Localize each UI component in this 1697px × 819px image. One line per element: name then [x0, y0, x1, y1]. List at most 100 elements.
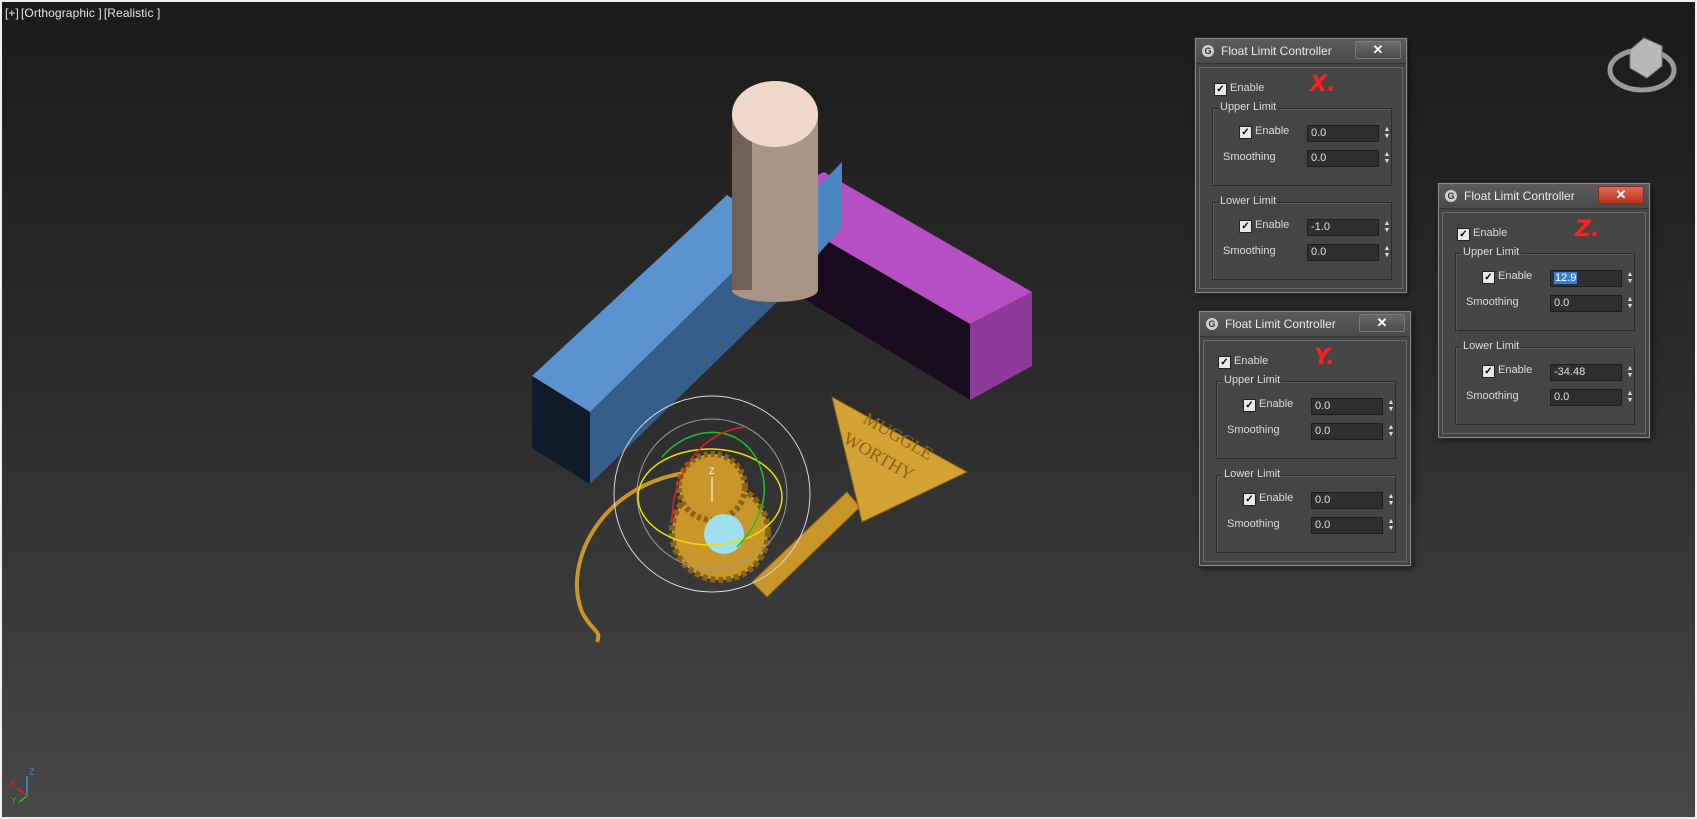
- spinner-arrows-icon[interactable]: ▲ ▼: [1625, 296, 1635, 311]
- lower-limit-spinner[interactable]: 0.0 ▲ ▼: [1311, 492, 1394, 509]
- close-button[interactable]: ✕: [1359, 314, 1405, 332]
- spinner-arrows-icon[interactable]: ▲ ▼: [1382, 220, 1392, 235]
- lower-smoothing-label: Smoothing: [1466, 390, 1519, 402]
- enable-checkbox[interactable]: ✓: [1218, 356, 1231, 369]
- lower-limit-group: Lower Limit ✓ Enable -1.0 ▲ ▼ Smoothing 0.…: [1212, 195, 1392, 280]
- upper-smoothing-spinner[interactable]: 0.0 ▲ ▼: [1550, 295, 1633, 312]
- axis-annotation: Y.: [1314, 345, 1335, 370]
- lower-limit-title: Lower Limit: [1222, 468, 1283, 480]
- gear-center-blue[interactable]: [704, 514, 744, 554]
- enable-checkbox[interactable]: ✓: [1214, 83, 1227, 96]
- lower-limit-spinner[interactable]: -1.0 ▲ ▼: [1307, 219, 1390, 236]
- float-limit-dialog-z[interactable]: G Float Limit Controller ✕ ✓ Enable Z. U…: [1438, 183, 1650, 438]
- upper-limit-value[interactable]: 0.0: [1311, 127, 1326, 139]
- lower-limit-value[interactable]: 0.0: [1315, 494, 1330, 506]
- axis-tripod: Z X Y: [10, 767, 35, 804]
- app-icon: G: [1445, 190, 1457, 202]
- upper-enable-checkbox[interactable]: ✓: [1243, 399, 1256, 412]
- spinner-arrows-icon[interactable]: ▲ ▼: [1386, 424, 1396, 439]
- cylinder-top[interactable]: [732, 81, 818, 147]
- dialog-titlebar[interactable]: G Float Limit Controller ✕: [1439, 184, 1649, 209]
- upper-enable-label: Enable: [1498, 270, 1533, 282]
- upper-enable-checkbox[interactable]: ✓: [1239, 126, 1252, 139]
- enable-row: ✓ Enable Z.: [1443, 217, 1645, 247]
- spinner-arrows-icon[interactable]: ▲ ▼: [1625, 390, 1635, 405]
- upper-limit-value[interactable]: 0.0: [1315, 400, 1330, 412]
- enable-row: ✓ Enable Y.: [1204, 345, 1406, 375]
- tripod-y-label: Y: [11, 796, 17, 804]
- upper-smoothing-spinner[interactable]: 0.0 ▲ ▼: [1311, 423, 1394, 440]
- lower-limit-title: Lower Limit: [1461, 340, 1522, 352]
- spinner-arrows-icon[interactable]: ▲ ▼: [1386, 493, 1396, 508]
- spinner-arrows-icon[interactable]: ▲ ▼: [1625, 271, 1635, 286]
- spinner-arrows-icon[interactable]: ▲ ▼: [1386, 518, 1396, 533]
- lower-enable-label: Enable: [1498, 364, 1533, 376]
- dialog-title: Float Limit Controller: [1225, 317, 1336, 331]
- enable-label: Enable: [1230, 82, 1265, 94]
- lower-limit-group: Lower Limit ✓ Enable -34.48 ▲ ▼ Smoothing …: [1455, 340, 1635, 425]
- lower-limit-value[interactable]: -34.48: [1554, 366, 1585, 378]
- spinner-arrows-icon[interactable]: ▲ ▼: [1625, 365, 1635, 380]
- lower-smoothing-spinner[interactable]: 0.0 ▲ ▼: [1311, 517, 1394, 534]
- viewcube-icon[interactable]: [1629, 37, 1663, 79]
- upper-limit-group: Upper Limit ✓ Enable 12.9 ▲ ▼ Smoothing 0.…: [1455, 246, 1635, 331]
- upper-limit-title: Upper Limit: [1222, 374, 1283, 386]
- upper-smoothing-spinner[interactable]: 0.0 ▲ ▼: [1307, 150, 1390, 167]
- tripod-x-label: X: [10, 779, 16, 789]
- tripod-y-axis: [18, 795, 28, 803]
- close-button[interactable]: ✕: [1355, 41, 1401, 59]
- spinner-arrows-icon[interactable]: ▲ ▼: [1382, 151, 1392, 166]
- axis-annotation: X.: [1310, 72, 1336, 97]
- enable-checkbox[interactable]: ✓: [1457, 228, 1470, 241]
- lower-smoothing-spinner[interactable]: 0.0 ▲ ▼: [1307, 244, 1390, 261]
- dialog-titlebar[interactable]: G Float Limit Controller ✕: [1200, 312, 1410, 337]
- upper-smoothing-value[interactable]: 0.0: [1554, 297, 1569, 309]
- lower-limit-spinner[interactable]: -34.48 ▲ ▼: [1550, 364, 1633, 381]
- spinner-arrows-icon[interactable]: ▲ ▼: [1382, 126, 1392, 141]
- viewport[interactable]: [+] [Orthographic ] [Realistic ] MUGGLE WO…: [2, 2, 1695, 817]
- upper-smoothing-label: Smoothing: [1223, 151, 1276, 163]
- cylinder-shade: [732, 114, 752, 290]
- upper-smoothing-label: Smoothing: [1227, 424, 1280, 436]
- lower-enable-checkbox[interactable]: ✓: [1482, 365, 1495, 378]
- upper-limit-group: Upper Limit ✓ Enable 0.0 ▲ ▼ Smoothing 0.0…: [1216, 374, 1396, 459]
- upper-enable-label: Enable: [1255, 125, 1290, 137]
- lower-enable-label: Enable: [1259, 492, 1294, 504]
- close-button[interactable]: ✕: [1598, 186, 1644, 204]
- upper-smoothing-value[interactable]: 0.0: [1311, 152, 1326, 164]
- upper-limit-spinner[interactable]: 12.9 ▲ ▼: [1550, 270, 1633, 287]
- upper-limit-spinner[interactable]: 0.0 ▲ ▼: [1307, 125, 1390, 142]
- upper-limit-value[interactable]: 12.9: [1554, 272, 1578, 284]
- lower-smoothing-value[interactable]: 0.0: [1315, 519, 1330, 531]
- dialog-titlebar[interactable]: G Float Limit Controller ✕: [1196, 39, 1406, 64]
- lower-enable-label: Enable: [1255, 219, 1290, 231]
- upper-limit-group: Upper Limit ✓ Enable 0.0 ▲ ▼ Smoothing 0.0…: [1212, 101, 1392, 186]
- upper-limit-spinner[interactable]: 0.0 ▲ ▼: [1311, 398, 1394, 415]
- upper-smoothing-value[interactable]: 0.0: [1315, 425, 1330, 437]
- lower-enable-checkbox[interactable]: ✓: [1243, 493, 1256, 506]
- enable-row: ✓ Enable X.: [1200, 72, 1402, 102]
- lower-smoothing-value[interactable]: 0.0: [1554, 391, 1569, 403]
- float-limit-dialog-x[interactable]: G Float Limit Controller ✕ ✓ Enable X. U…: [1195, 38, 1407, 293]
- lower-smoothing-value[interactable]: 0.0: [1311, 246, 1326, 258]
- spinner-arrows-icon[interactable]: ▲ ▼: [1386, 399, 1396, 414]
- lower-smoothing-spinner[interactable]: 0.0 ▲ ▼: [1550, 389, 1633, 406]
- upper-smoothing-label: Smoothing: [1466, 296, 1519, 308]
- dialog-title: Float Limit Controller: [1464, 189, 1575, 203]
- lower-enable-checkbox[interactable]: ✓: [1239, 220, 1252, 233]
- app-icon: G: [1202, 45, 1214, 57]
- enable-label: Enable: [1234, 355, 1269, 367]
- lower-limit-group: Lower Limit ✓ Enable 0.0 ▲ ▼ Smoothing 0.0…: [1216, 468, 1396, 553]
- spinner-arrows-icon[interactable]: ▲ ▼: [1382, 245, 1392, 260]
- upper-enable-label: Enable: [1259, 398, 1294, 410]
- upper-enable-checkbox[interactable]: ✓: [1482, 271, 1495, 284]
- axis-annotation: Z.: [1575, 217, 1600, 242]
- tripod-x-axis: [16, 787, 28, 797]
- dialog-title: Float Limit Controller: [1221, 44, 1332, 58]
- enable-label: Enable: [1473, 227, 1508, 239]
- lower-limit-value[interactable]: -1.0: [1311, 221, 1330, 233]
- tripod-z-label: Z: [29, 767, 35, 777]
- upper-limit-title: Upper Limit: [1218, 101, 1279, 113]
- float-limit-dialog-y[interactable]: G Float Limit Controller ✕ ✓ Enable Y. U…: [1199, 311, 1411, 566]
- upper-limit-title: Upper Limit: [1461, 246, 1522, 258]
